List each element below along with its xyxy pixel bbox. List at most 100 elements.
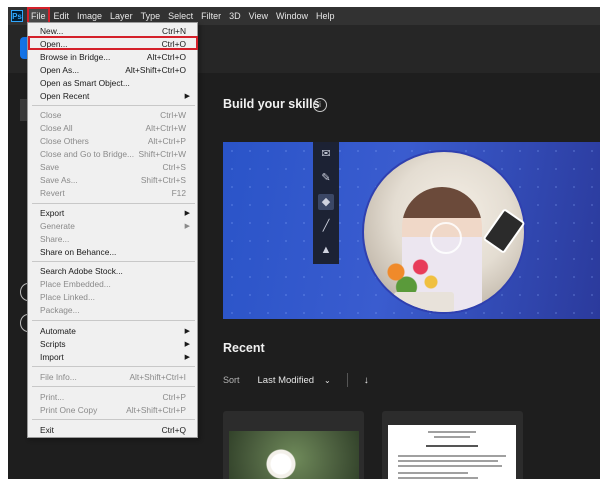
menu-item-shortcut: Alt+Shift+Ctrl+P [126, 405, 186, 415]
menu-item-search-adobe-stock[interactable]: Search Adobe Stock... [40, 265, 190, 278]
hero-tool-strip: ✉ ✎ ◆ ╱ ▲ [313, 142, 339, 264]
menu-separator [32, 419, 195, 420]
menu-item-shortcut: Alt+Ctrl+P [147, 136, 186, 146]
menu-item-new[interactable]: New... Ctrl+N [40, 25, 190, 38]
menu-item-place-embedded: Place Embedded... [40, 278, 190, 291]
menu-3d[interactable]: 3D [225, 7, 245, 25]
menu-separator [32, 261, 195, 262]
doc-line [398, 465, 502, 467]
menu-item-label: Close [40, 110, 62, 120]
file-menu-dropdown: New... Ctrl+N Open... Ctrl+O Browse in Bri… [27, 22, 198, 438]
menu-item-shortcut: Alt+Ctrl+W [145, 123, 187, 133]
submenu-arrow-icon: ▶ [184, 210, 190, 217]
menu-item-label: Scripts [40, 339, 66, 349]
menu-item-share: Share... [40, 233, 190, 246]
menu-item-close-go-bridge: Close and Go to Bridge... Shift+Ctrl+W [40, 148, 190, 161]
menu-item-place-linked: Place Linked... [40, 291, 190, 304]
menu-item-label: Export [40, 208, 65, 218]
doc-line [434, 436, 470, 438]
menu-filter[interactable]: Filter [197, 7, 225, 25]
menu-item-shortcut: Alt+Shift+Ctrl+I [129, 372, 186, 382]
left-rail [8, 73, 24, 479]
menu-item-scripts[interactable]: Scripts ▶ [40, 338, 190, 351]
menu-item-label: File Info... [40, 372, 77, 382]
stamp-icon: ▲ [320, 244, 332, 256]
menu-item-label: Open Recent [40, 91, 90, 101]
divider [346, 373, 348, 387]
menu-item-label: Search Adobe Stock... [40, 266, 123, 276]
recent-title: Recent [223, 341, 265, 355]
menu-item-label: New... [40, 26, 64, 36]
menu-help[interactable]: Help [312, 7, 339, 25]
doc-line [398, 472, 468, 474]
recent-file-card[interactable] [223, 411, 364, 479]
menu-item-label: Print... [40, 392, 65, 402]
doc-line [398, 455, 506, 457]
chevron-down-icon[interactable]: ⌄ [324, 376, 331, 385]
menu-item-label: Close and Go to Bridge... [40, 149, 135, 159]
play-icon[interactable] [430, 222, 462, 254]
tutorial-hero-banner[interactable]: ✉ ✎ ◆ ╱ ▲ [223, 142, 600, 319]
menu-item-save: Save Ctrl+S [40, 161, 190, 174]
menu-item-label: Automate [40, 326, 76, 336]
menu-item-open-as[interactable]: Open As... Alt+Shift+Ctrl+O [40, 64, 190, 77]
menu-item-shortcut: Ctrl+O [161, 39, 186, 49]
menu-item-label: Save [40, 162, 60, 172]
eraser-icon: ◆ [318, 194, 334, 210]
menu-item-browse-in-bridge[interactable]: Browse in Bridge... Alt+Ctrl+O [40, 51, 190, 64]
menu-item-save-as: Save As... Shift+Ctrl+S [40, 174, 190, 187]
menu-item-shortcut: Shift+Ctrl+S [140, 175, 186, 185]
menu-item-label: Import [40, 352, 64, 362]
menu-item-exit[interactable]: Exit Ctrl+Q [40, 424, 190, 437]
menu-item-automate[interactable]: Automate ▶ [40, 325, 190, 338]
sort-direction-icon[interactable]: ↓ [364, 375, 369, 386]
menu-item-shortcut: Alt+Ctrl+O [146, 52, 186, 62]
menu-item-label: Exit [40, 425, 54, 435]
sort-dropdown[interactable]: Last Modified [258, 375, 315, 386]
recent-file-card[interactable] [382, 411, 523, 479]
menu-view[interactable]: View [245, 7, 272, 25]
submenu-arrow-icon: ▶ [184, 328, 190, 335]
menu-item-open[interactable]: Open... Ctrl+O [40, 38, 190, 51]
sort-label: Sort [223, 375, 240, 385]
menu-item-shortcut: Ctrl+S [162, 162, 186, 172]
menu-item-label: Generate [40, 221, 75, 231]
menu-item-close: Close Ctrl+W [40, 109, 190, 122]
menu-item-export[interactable]: Export ▶ [40, 207, 190, 220]
menu-separator [32, 366, 195, 367]
envelope-icon: ✉ [321, 148, 331, 160]
menu-item-label: Open as Smart Object... [40, 78, 130, 88]
menu-item-label: Package... [40, 305, 80, 315]
pot-illustration [394, 292, 454, 312]
info-icon[interactable]: i [313, 98, 327, 112]
menu-item-label: Print One Copy [40, 405, 98, 415]
menu-item-shortcut: F12 [171, 188, 186, 198]
menu-item-label: Place Embedded... [40, 279, 111, 289]
file-thumbnail [388, 425, 516, 479]
menu-item-label: Share on Behance... [40, 247, 117, 257]
brush-icon: ╱ [322, 220, 330, 232]
menu-item-label: Share... [40, 234, 70, 244]
menu-item-generate: Generate ▶ [40, 220, 190, 233]
menu-item-open-recent[interactable]: Open Recent ▶ [40, 90, 190, 103]
sort-controls: Sort Last Modified ⌄ ↓ [223, 373, 369, 387]
menu-item-package: Package... [40, 304, 190, 317]
menu-item-label: Open... [40, 39, 68, 49]
menu-item-label: Save As... [40, 175, 78, 185]
file-thumbnail [229, 431, 359, 479]
menu-item-shortcut: Shift+Ctrl+W [138, 149, 186, 159]
menu-item-share-behance[interactable]: Share on Behance... [40, 246, 190, 259]
menu-item-shortcut: Alt+Shift+Ctrl+O [125, 65, 186, 75]
menu-item-label: Close Others [40, 136, 89, 146]
menu-item-close-all: Close All Alt+Ctrl+W [40, 122, 190, 135]
menu-item-import[interactable]: Import ▶ [40, 351, 190, 364]
menu-item-print: Print... Ctrl+P [40, 391, 190, 404]
menu-item-label: Place Linked... [40, 292, 95, 302]
doc-line [428, 431, 476, 433]
menu-separator [32, 105, 195, 106]
menu-window[interactable]: Window [272, 7, 312, 25]
menu-item-open-smart-object[interactable]: Open as Smart Object... [40, 77, 190, 90]
menu-separator [32, 386, 195, 387]
menu-item-file-info: File Info... Alt+Shift+Ctrl+I [40, 371, 190, 384]
menu-item-shortcut: Ctrl+P [162, 392, 186, 402]
